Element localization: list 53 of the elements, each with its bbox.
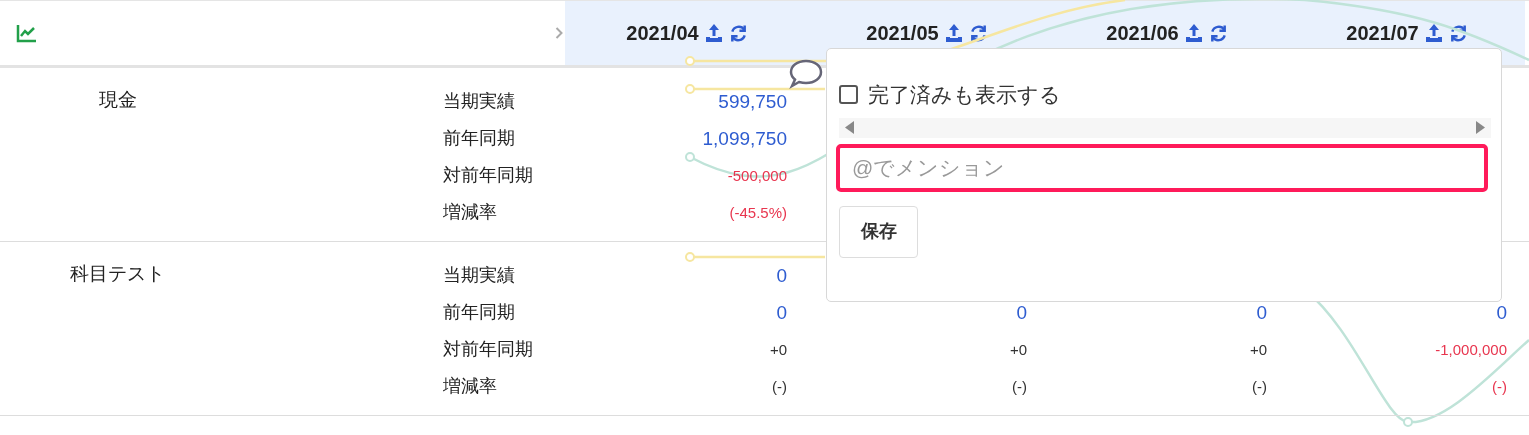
chart-point <box>685 84 695 94</box>
value-cell: 1,099,750 <box>702 129 787 148</box>
chart-point <box>1403 417 1413 427</box>
row-label: 当期実績 <box>443 264 515 287</box>
upload-icon[interactable] <box>943 23 964 43</box>
value-cell: 0 <box>1256 303 1267 322</box>
refresh-icon[interactable] <box>1208 23 1228 43</box>
value-cell: +0 <box>769 342 787 357</box>
row-label: 増減率 <box>443 201 497 224</box>
scroll-right-icon[interactable] <box>1475 121 1485 134</box>
period-label: 2021/07 <box>1346 21 1419 46</box>
scrollbar[interactable] <box>839 117 1491 138</box>
value-cell: 0 <box>776 303 787 322</box>
upload-icon[interactable] <box>703 23 724 43</box>
scroll-left-icon[interactable] <box>845 121 855 134</box>
value-cell: (-) <box>1012 379 1027 394</box>
value-cell: (-) <box>772 379 787 394</box>
upload-icon[interactable] <box>1423 23 1444 43</box>
chart-point <box>685 152 695 162</box>
account-name: 現金 <box>98 88 137 112</box>
value-cell: 599,750 <box>718 92 787 111</box>
chart-point <box>685 252 695 262</box>
value-cell: +0 <box>1009 342 1027 357</box>
upload-icon[interactable] <box>1183 23 1204 43</box>
value-cell: 0 <box>1496 303 1507 322</box>
period-label: 2021/05 <box>866 21 939 46</box>
value-cell: -1,000,000 <box>1435 342 1507 357</box>
value-cell: (-) <box>1492 379 1507 394</box>
value-cell: +0 <box>1249 342 1267 357</box>
refresh-icon[interactable] <box>968 23 988 43</box>
mention-field[interactable]: @でメンション <box>836 143 1488 192</box>
period-label: 2021/04 <box>626 21 699 46</box>
row-label: 当期実績 <box>443 90 515 113</box>
checkbox-label: 完了済みも表示する <box>868 82 1061 108</box>
value-cell: (-45.5%) <box>729 205 787 220</box>
checkbox[interactable] <box>839 85 858 105</box>
value-cell: 0 <box>776 266 787 285</box>
row-label: 対前年同期 <box>443 338 533 361</box>
value-cell: 0 <box>1016 303 1027 322</box>
save-button[interactable]: 保存 <box>839 205 918 258</box>
refresh-icon[interactable] <box>728 23 748 43</box>
period-label: 2021/06 <box>1106 21 1179 46</box>
account-name: 科目テスト <box>70 262 165 286</box>
value-cell: -500,000 <box>727 168 787 183</box>
value-cell: (-) <box>1252 379 1267 394</box>
row-label: 増減率 <box>443 375 497 398</box>
refresh-icon[interactable] <box>1448 23 1468 43</box>
line-chart-icon[interactable] <box>16 23 38 43</box>
comment-icon[interactable] <box>789 58 823 89</box>
row-label: 対前年同期 <box>443 164 533 187</box>
row-label: 前年同期 <box>443 301 515 324</box>
row-label: 前年同期 <box>443 127 515 150</box>
chart-point <box>685 56 695 66</box>
